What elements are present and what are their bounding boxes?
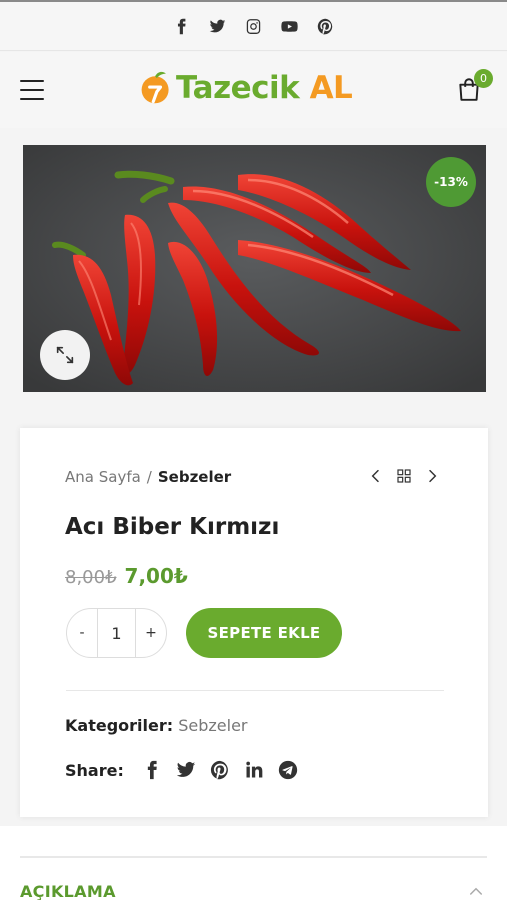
logo-text: Tazecik AL bbox=[176, 70, 353, 106]
product-title: Acı Biber Kırmızı bbox=[65, 514, 280, 540]
category-link[interactable]: Sebzeler bbox=[178, 716, 247, 735]
chevron-right-icon[interactable] bbox=[424, 468, 440, 484]
divider bbox=[20, 856, 487, 858]
product-categories: Kategoriler: Sebzeler bbox=[65, 716, 248, 735]
cart-button[interactable]: 0 bbox=[456, 69, 493, 104]
quantity-increase-button[interactable]: + bbox=[136, 609, 166, 657]
product-details-card: Ana Sayfa / Sebzeler Acı Biber Kırmızı 8… bbox=[20, 428, 488, 817]
pinterest-icon[interactable] bbox=[315, 15, 337, 37]
chili-peppers-image bbox=[23, 145, 486, 392]
quantity-stepper: - 1 + bbox=[66, 608, 167, 658]
share-section: Share: bbox=[65, 760, 298, 780]
divider bbox=[66, 690, 444, 691]
social-bar bbox=[0, 0, 507, 51]
linkedin-icon[interactable] bbox=[244, 760, 264, 780]
product-image[interactable]: -13% bbox=[23, 145, 486, 392]
description-tab[interactable]: AÇIKLAMA bbox=[20, 882, 116, 900]
logo[interactable]: Tazecik AL bbox=[138, 66, 353, 110]
pinterest-icon[interactable] bbox=[210, 760, 230, 780]
current-price: 7,00₺ bbox=[124, 564, 188, 588]
zoom-button[interactable] bbox=[40, 330, 90, 380]
chevron-left-icon[interactable] bbox=[368, 468, 384, 484]
facebook-icon[interactable] bbox=[142, 760, 162, 780]
twitter-icon[interactable] bbox=[176, 760, 196, 780]
menu-icon[interactable] bbox=[20, 80, 44, 100]
description-section: AÇIKLAMA bbox=[0, 826, 507, 900]
breadcrumb-separator: / bbox=[146, 468, 152, 486]
product-price: 8,00₺ 7,00₺ bbox=[65, 564, 188, 588]
telegram-icon[interactable] bbox=[278, 760, 298, 780]
add-to-cart-button[interactable]: SEPETE EKLE bbox=[186, 608, 342, 658]
chevron-up-icon[interactable] bbox=[467, 882, 485, 900]
logo-text-part1: Tazecik bbox=[176, 70, 300, 106]
youtube-icon[interactable] bbox=[279, 15, 301, 37]
facebook-icon[interactable] bbox=[171, 15, 193, 37]
breadcrumb: Ana Sayfa / Sebzeler bbox=[65, 468, 231, 486]
quantity-input[interactable]: 1 bbox=[97, 609, 136, 657]
cart-count-badge: 0 bbox=[474, 69, 493, 88]
breadcrumb-current[interactable]: Sebzeler bbox=[158, 468, 231, 486]
product-navigation bbox=[368, 468, 440, 484]
logo-text-part2: AL bbox=[309, 70, 353, 106]
old-price: 8,00₺ bbox=[65, 567, 117, 588]
twitter-icon[interactable] bbox=[207, 15, 229, 37]
breadcrumb-home[interactable]: Ana Sayfa bbox=[65, 468, 141, 486]
site-header: Tazecik AL 0 bbox=[0, 52, 507, 128]
expand-icon bbox=[56, 346, 74, 364]
logo-mark-icon bbox=[141, 71, 169, 104]
sale-badge: -13% bbox=[426, 157, 476, 207]
share-label: Share: bbox=[65, 760, 124, 780]
categories-label: Kategoriler: bbox=[65, 716, 174, 735]
grid-icon[interactable] bbox=[396, 468, 412, 484]
quantity-decrease-button[interactable]: - bbox=[67, 609, 97, 657]
instagram-icon[interactable] bbox=[243, 15, 265, 37]
